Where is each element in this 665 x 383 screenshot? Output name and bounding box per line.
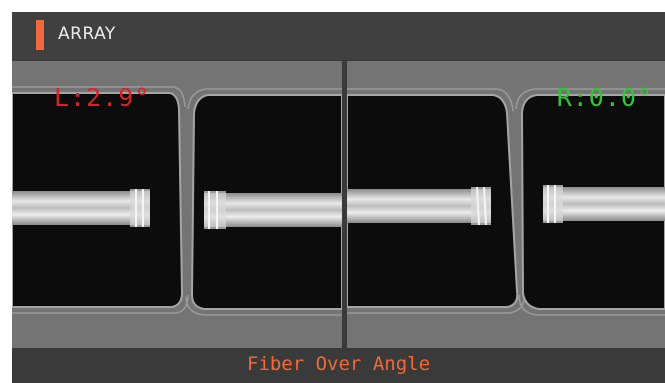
left-camera-view: L:2.9°: [12, 61, 342, 348]
mode-title: ARRAY: [58, 24, 116, 44]
left-angle-readout: L:2.9°: [54, 83, 151, 112]
status-bar: Fiber Over Angle: [12, 348, 665, 383]
splicer-screen: ARRAY L:2.9° R:0.0° Fiber Over Angle: [12, 12, 665, 383]
title-accent-bar: [36, 20, 44, 50]
error-message: Fiber Over Angle: [246, 353, 431, 375]
title-bar: ARRAY: [12, 12, 665, 60]
right-angle-readout: R:0.0°: [556, 83, 653, 112]
right-camera-view: R:0.0°: [347, 61, 665, 348]
